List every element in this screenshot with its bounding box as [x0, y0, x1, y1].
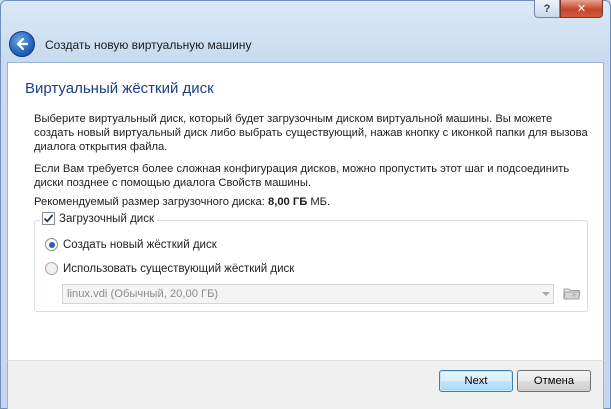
recommended-size-suffix: МБ.	[307, 196, 331, 208]
back-arrow-icon	[16, 37, 29, 51]
chevron-down-icon	[542, 292, 550, 296]
description-text-advanced: Если Вам требуется более сложная конфигу…	[34, 163, 570, 189]
radio-selected-dot	[48, 241, 55, 248]
next-button[interactable]: Next	[439, 370, 513, 392]
wizard-footer	[7, 360, 604, 409]
radio-existing-label: Использовать существующий жёсткий диск	[63, 262, 295, 275]
help-button[interactable]: ?	[534, 0, 560, 18]
boot-disk-checkbox-row[interactable]: Загрузочный диск	[40, 212, 157, 225]
description-text: Выберите виртуальный диск, который будет…	[34, 113, 588, 153]
cancel-button[interactable]: Отмена	[517, 370, 591, 392]
page-title: Виртуальный жёсткий диск	[25, 80, 214, 97]
close-icon: ✕	[576, 3, 587, 15]
window-controls: ? ✕	[534, 0, 603, 18]
recommended-size-label: Рекомендуемый размер загрузочного диска:	[34, 196, 268, 208]
radio-existing-button[interactable]	[45, 262, 58, 275]
radio-create-new-disk[interactable]: Создать новый жёсткий диск	[45, 238, 217, 251]
back-button[interactable]	[9, 31, 35, 57]
radio-create-label: Создать новый жёсткий диск	[63, 238, 217, 251]
recommended-size: Рекомендуемый размер загрузочного диска:…	[34, 195, 594, 209]
radio-create-button[interactable]	[45, 238, 58, 251]
existing-disk-combobox[interactable]: linux.vdi (Обычный, 20,00 ГБ)	[62, 284, 554, 304]
checkmark-icon	[43, 214, 54, 223]
help-icon: ?	[543, 2, 551, 15]
choose-disk-file-button[interactable]	[562, 283, 582, 303]
recommended-size-value: 8,00 ГБ	[267, 196, 308, 208]
content-panel	[7, 62, 604, 360]
boot-disk-checkbox[interactable]	[42, 212, 55, 225]
radio-use-existing-disk[interactable]: Использовать существующий жёсткий диск	[45, 262, 294, 275]
folder-icon	[563, 288, 581, 300]
existing-disk-value: linux.vdi (Обычный, 20,00 ГБ)	[67, 288, 219, 300]
boot-disk-label: Загрузочный диск	[59, 212, 154, 225]
close-button[interactable]: ✕	[560, 0, 603, 18]
wizard-title: Создать новую виртуальную машину	[45, 38, 252, 52]
